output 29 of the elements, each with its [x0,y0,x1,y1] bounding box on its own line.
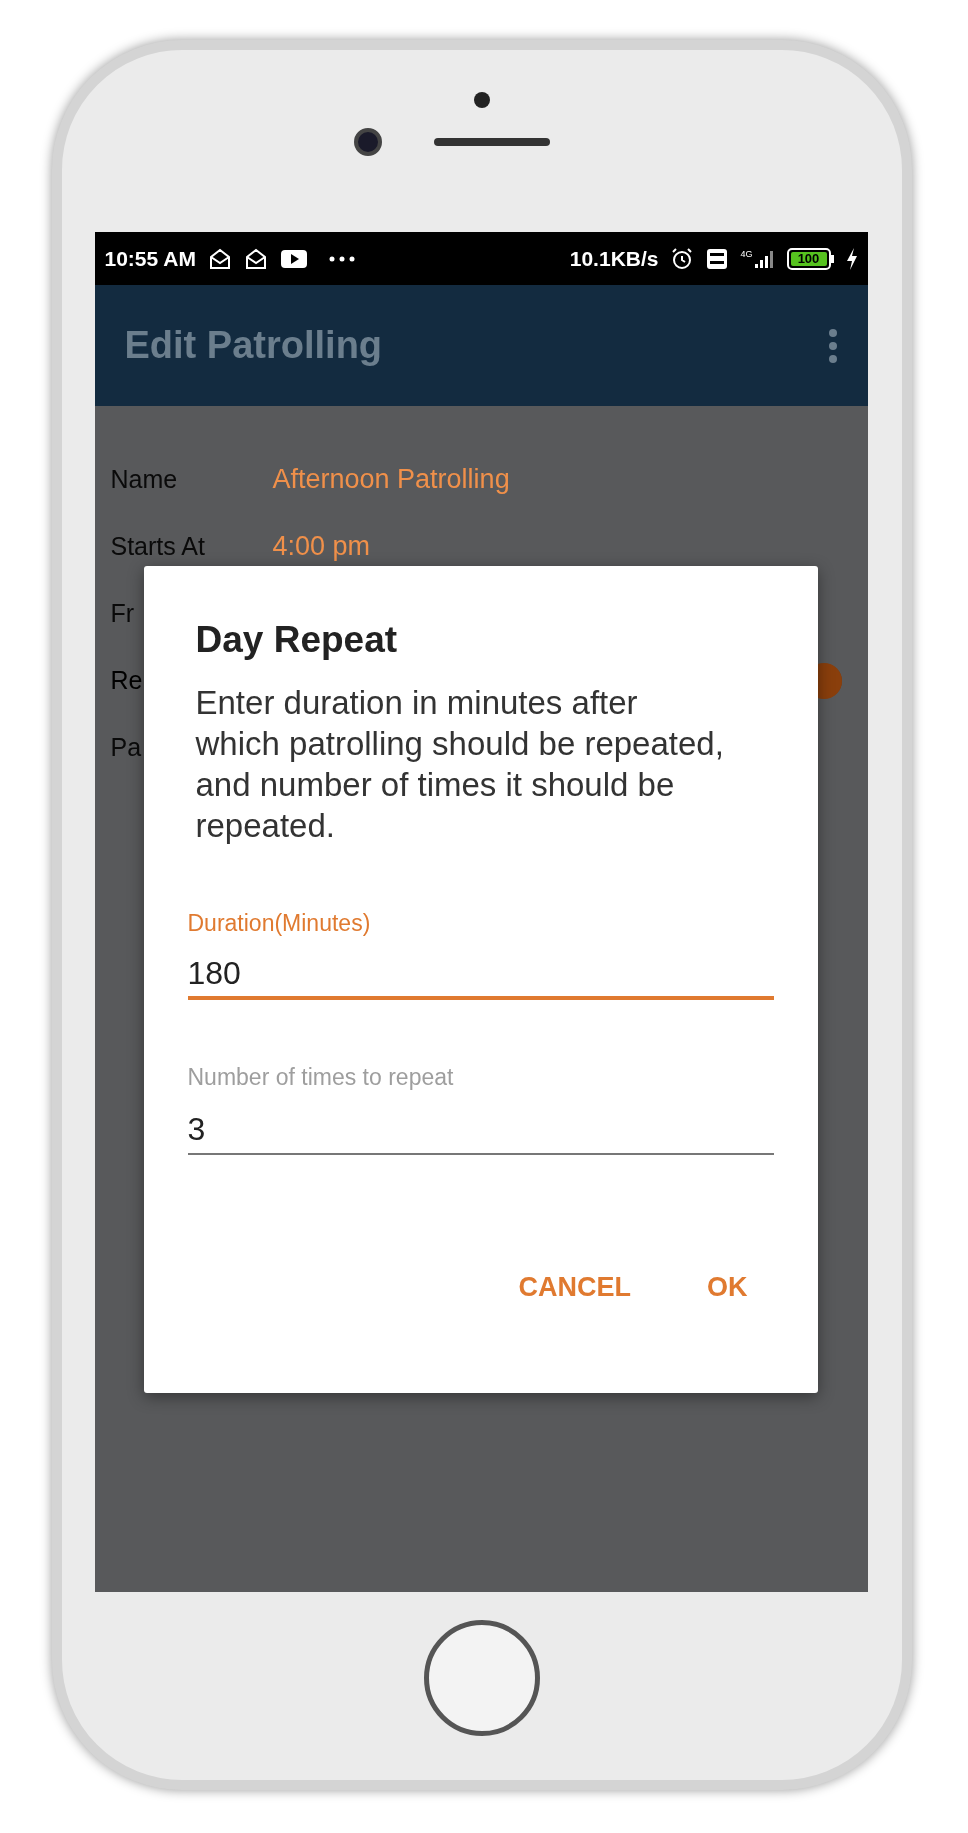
field-label: Starts At [110,530,205,562]
network-type: 4G [740,249,753,259]
signal-icon [754,249,775,268]
field-label: Pa [110,731,142,763]
field-label: Re [110,664,143,696]
camera-lens [354,128,382,156]
play-icon [279,248,308,269]
input-value: 180 [187,954,241,993]
field-value: 4:00 pm [272,530,371,564]
network-speed: 10.1KB/s [569,245,659,272]
charging-icon [845,247,858,270]
field-value: Afternoon Patrolling [272,463,510,497]
input-value: 3 [187,1109,206,1149]
input-field[interactable]: 180 [187,950,774,1000]
field-label: Fr [110,597,135,629]
more-icon [327,254,356,263]
input-field[interactable]: 3 [187,1104,774,1155]
dialog-title: Day Repeat [194,618,399,662]
dialog-message: Enter duration in minutes after which patrolling should be repeated, and number of times it should be repeated. [195,682,724,846]
input-label: Duration(Minutes) [187,908,372,938]
mail-icon [207,247,232,270]
field-label: Name [110,463,178,495]
input-label: Number of times to repeat [187,1063,455,1092]
more-vertical-icon[interactable] [827,327,838,364]
status-time: 10:55 AM [104,245,196,272]
volte-icon [706,247,729,270]
mail-icon [243,247,268,270]
app-bar-title: Edit Patrolling [124,323,383,368]
battery-level: 100 [790,251,827,266]
